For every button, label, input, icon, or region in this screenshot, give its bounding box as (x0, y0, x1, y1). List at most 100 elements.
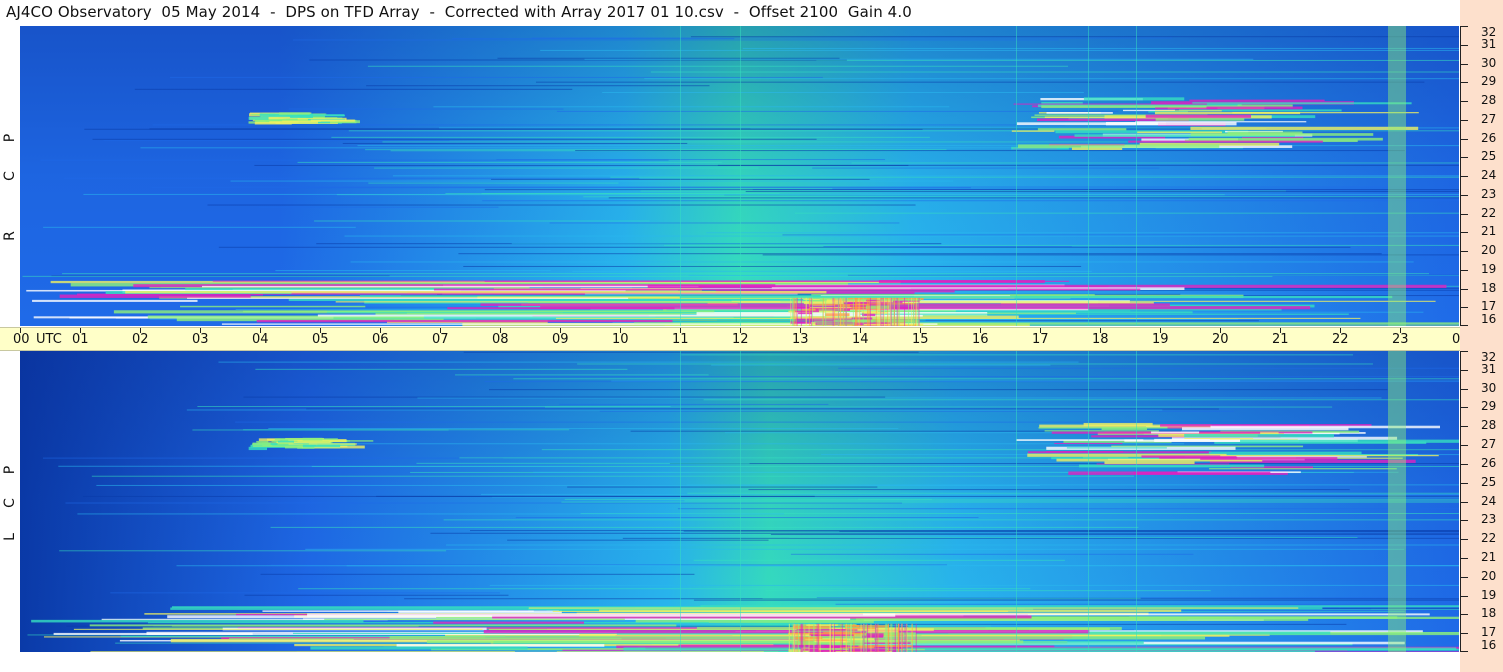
burst-column (800, 297, 802, 326)
freq-tick-label: 22 (1481, 205, 1497, 220)
freq-stripe (243, 429, 570, 431)
freq-stripe (298, 588, 1031, 590)
burst-column (847, 623, 849, 652)
feature-streak (396, 644, 605, 647)
freq-stripe (243, 396, 886, 398)
burst-column (852, 297, 854, 326)
freq-stripe (559, 403, 829, 405)
feature-streak (279, 112, 310, 115)
burst-column (891, 297, 893, 326)
freq-tick-mark (1460, 633, 1468, 635)
burst-column (906, 623, 908, 652)
feature-streak (202, 285, 699, 288)
burst-column (794, 623, 796, 652)
freq-stripe (91, 475, 1135, 477)
burst-column (880, 297, 882, 326)
freq-stripe (22, 275, 1273, 277)
freq-stripe (382, 141, 1175, 143)
time-tick-label: 08 (492, 332, 509, 347)
freq-tick-label: 26 (1481, 455, 1497, 470)
burst-column (859, 297, 861, 326)
burst-column (874, 623, 876, 652)
freq-stripe (531, 37, 1173, 39)
freq-stripe (59, 550, 447, 552)
freq-stripe (416, 462, 750, 464)
burst-column (822, 297, 824, 326)
freq-stripe (541, 449, 1459, 451)
freq-stripe (260, 573, 695, 575)
freq-stripe (762, 254, 1459, 256)
burst-column (812, 297, 814, 326)
feature-streak (856, 618, 1309, 621)
feature-streak (1104, 461, 1195, 464)
freq-tick-label: 20 (1481, 568, 1497, 583)
feature-streak (252, 442, 271, 446)
burst-column (904, 297, 906, 326)
freq-stripe (545, 406, 1333, 408)
freq-stripe (235, 421, 1338, 423)
freq-tick-label: 22 (1481, 531, 1497, 546)
feature-column (1388, 351, 1406, 652)
lcp-letter-p: P (2, 465, 18, 475)
time-tick-mark (1160, 328, 1161, 333)
freq-tick-label: 17 (1481, 625, 1497, 640)
time-tick-label: 20 (1212, 332, 1229, 347)
burst-column (877, 623, 879, 652)
feature-streak (1013, 103, 1207, 105)
feature-streak (860, 313, 1349, 315)
freq-stripe (218, 246, 1351, 248)
freq-stripe (567, 486, 878, 488)
burst-column (899, 623, 901, 652)
freq-tick-mark (1460, 369, 1468, 371)
freq-tick-mark (1460, 407, 1468, 409)
feature-streak (483, 629, 1090, 634)
freq-stripe (357, 145, 1459, 147)
freq-stripe (270, 526, 1139, 528)
freq-stripe (83, 193, 1459, 195)
feature-streak (433, 288, 1141, 291)
time-tick-mark (380, 328, 381, 333)
time-tick-mark (200, 328, 201, 333)
freq-tick-mark (1460, 463, 1468, 465)
time-tick-mark (500, 328, 501, 333)
feature-streak (484, 280, 1070, 282)
feature-streak (1190, 126, 1419, 130)
burst-column (863, 623, 865, 652)
freq-tick-mark (1460, 651, 1468, 652)
feature-streak (810, 306, 852, 308)
freq-tick-label: 20 (1481, 243, 1497, 257)
freq-stripe (463, 265, 1082, 267)
feature-streak (1083, 97, 1185, 101)
time-tick-mark (980, 328, 981, 333)
freq-stripe (306, 408, 1219, 410)
freq-stripe (152, 124, 1066, 126)
burst-column (803, 623, 805, 652)
feature-streak (125, 290, 827, 294)
freq-tick-mark (1460, 119, 1468, 121)
freq-tick-label: 29 (1481, 74, 1497, 89)
freq-tick-label: 21 (1481, 224, 1497, 239)
feature-streak (1046, 112, 1113, 114)
feature-streak (1154, 110, 1222, 112)
feature-streak (790, 316, 852, 319)
freq-tick-mark (1460, 520, 1468, 522)
time-tick-label: 21 (1272, 332, 1289, 347)
freq-stripe (782, 234, 1459, 236)
time-tick-label: 04 (252, 332, 269, 347)
freq-stripe (374, 167, 759, 169)
feature-streak (842, 299, 922, 301)
time-tick-label: 17 (1032, 332, 1049, 347)
freq-stripe (92, 138, 817, 140)
freq-tick-label: 27 (1481, 111, 1497, 126)
freq-tick-mark (1460, 614, 1468, 616)
freq-stripe (770, 534, 1459, 536)
freq-stripe (43, 457, 504, 459)
freq-stripe (561, 501, 1459, 503)
vertical-line (680, 351, 681, 652)
freq-stripe (838, 367, 1459, 369)
burst-column (911, 297, 913, 326)
freq-stripe (392, 175, 1459, 177)
feature-streak (1044, 430, 1159, 432)
burst-column (832, 623, 834, 652)
feature-streak (248, 116, 269, 120)
